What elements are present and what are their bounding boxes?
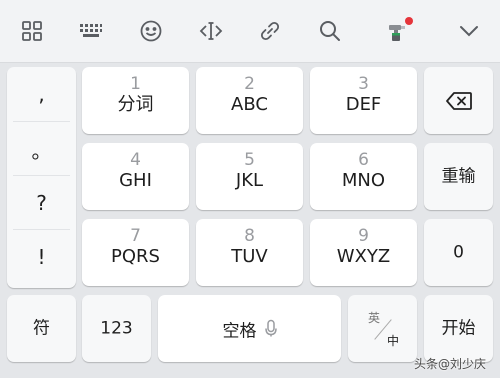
key-1[interactable]: 1 分词 (82, 67, 189, 134)
key-9[interactable]: 9 WXYZ (310, 219, 417, 286)
key-0[interactable]: 0 (424, 219, 493, 286)
language-switch-button[interactable]: 英 中 (348, 295, 417, 362)
key-digit: 3 (358, 74, 369, 94)
search-icon[interactable] (312, 14, 348, 48)
microphone-icon (264, 319, 277, 337)
key-8[interactable]: 8 TUV (196, 219, 303, 286)
watermark: 头条@刘少庆 (413, 357, 486, 371)
backspace-icon (446, 92, 472, 110)
lang-chinese: 中 (386, 334, 399, 348)
key-3[interactable]: 3 DEF (310, 67, 417, 134)
key-letters: DEF (345, 94, 382, 115)
key-digit: 4 (130, 150, 141, 170)
key-digit: 6 (358, 150, 369, 170)
grid-icon[interactable] (14, 14, 50, 48)
key-digit: 9 (358, 226, 369, 246)
skin-icon[interactable] (380, 14, 416, 48)
space-button[interactable]: 空格 (158, 295, 341, 362)
divider (13, 175, 70, 176)
numbers-button[interactable]: 123 (82, 295, 151, 362)
key-digit: 8 (244, 226, 255, 246)
punct-question[interactable]: ? (7, 178, 76, 228)
key-digit: 5 (244, 150, 255, 170)
space-content: 空格 (158, 316, 341, 341)
punctuation-list[interactable]: , 。 ? ! (7, 67, 76, 288)
keyboard-toolbar (0, 0, 500, 63)
key-digit: 1 (130, 74, 141, 94)
keyboard-icon[interactable] (73, 14, 109, 48)
key-5[interactable]: 5 JKL (196, 143, 303, 210)
numbers-label: 123 (100, 318, 133, 338)
key-label: 0 (453, 242, 464, 262)
collapse-icon[interactable] (451, 14, 487, 48)
notification-badge (405, 17, 413, 25)
key-letters: 分词 (117, 94, 154, 115)
start-label: 开始 (441, 318, 476, 338)
punct-exclamation[interactable]: ! (7, 232, 76, 282)
key-letters: GHI (119, 170, 152, 191)
reenter-label: 重输 (441, 166, 476, 186)
reenter-button[interactable]: 重输 (424, 143, 493, 210)
key-letters: JKL (235, 170, 264, 191)
space-label: 空格 (222, 321, 257, 341)
key-letters: TUV (231, 246, 268, 267)
key-digit: 7 (130, 226, 141, 246)
divider (13, 229, 70, 230)
key-4[interactable]: 4 GHI (82, 143, 189, 210)
start-button[interactable]: 开始 (424, 295, 493, 362)
key-2[interactable]: 2 ABC (196, 67, 303, 134)
key-letters: PQRS (111, 246, 160, 267)
punct-comma[interactable]: , (7, 69, 76, 119)
key-7[interactable]: 7 PQRS (82, 219, 189, 286)
lang-english: 英 (368, 311, 381, 325)
key-digit: 2 (244, 74, 255, 94)
cursor-icon[interactable] (193, 14, 229, 48)
symbols-button[interactable]: 符 (7, 295, 76, 362)
punct-period[interactable]: 。 (7, 124, 76, 174)
divider (13, 121, 70, 122)
key-letters: WXYZ (336, 246, 391, 267)
emoji-icon[interactable] (133, 14, 169, 48)
key-letters: ABC (231, 94, 268, 115)
symbols-label: 符 (33, 318, 50, 338)
key-letters: MNO (341, 170, 386, 191)
key-6[interactable]: 6 MNO (310, 143, 417, 210)
backspace-button[interactable] (424, 67, 493, 134)
link-icon[interactable] (252, 14, 288, 48)
